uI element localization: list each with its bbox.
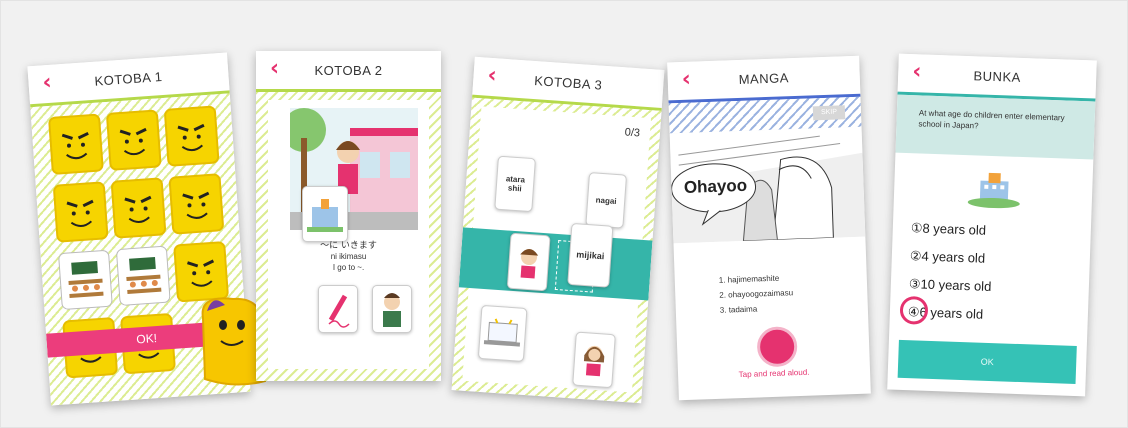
header: ‹ MANGA: [667, 55, 861, 104]
laptop-icon: [483, 318, 521, 347]
screen-title: MANGA: [738, 70, 790, 87]
game-panel: 0/3 atara shii nagai mijikai: [458, 106, 653, 393]
school-icon: [967, 172, 1020, 209]
skip-label: SKIP: [820, 108, 838, 117]
laptop-card[interactable]: [477, 304, 528, 362]
header: ‹ KOTOBA 2: [256, 51, 441, 92]
choice-2[interactable]: 2. ohayoogozaimasu: [719, 285, 793, 303]
face-card[interactable]: [167, 172, 225, 236]
ok-label: OK!: [135, 331, 158, 347]
word-card-atarashii[interactable]: atara shii: [494, 155, 536, 213]
ok-button[interactable]: OK: [897, 339, 1077, 385]
pen-card[interactable]: [318, 285, 358, 333]
classroom-card[interactable]: [58, 249, 113, 311]
word-card-nagai[interactable]: nagai: [585, 172, 628, 229]
ok-label: OK: [980, 356, 994, 368]
question-text: At what age do children enter elementary…: [918, 108, 1065, 131]
option-1[interactable]: ①8 years old: [911, 220, 987, 239]
school-card[interactable]: [302, 186, 348, 242]
pen-icon: [328, 294, 350, 328]
screen-title: KOTOBA 1: [94, 69, 163, 89]
card-label: mijikai: [575, 249, 605, 262]
content-background: 0/3 atara shii nagai mijikai: [451, 97, 662, 404]
romaji-phrase: ni ikimasu: [330, 252, 367, 261]
header: ‹ BUNKA: [897, 53, 1097, 102]
progress-counter: 0/3: [624, 126, 641, 140]
lesson-panel: 〜に いきます ni ikimasu I go to ~.: [268, 100, 429, 369]
phone-manga: ‹ MANGA SKIP Ohayoo 1. hajimemashite 2. …: [667, 55, 871, 401]
word-card-mijikai[interactable]: mijikai: [567, 222, 614, 288]
choice-3[interactable]: 3. tadaima: [720, 300, 794, 318]
screen-title: BUNKA: [973, 68, 1022, 85]
content-background: 〜に いきます ni ikimasu I go to ~.: [256, 92, 441, 381]
face-card[interactable]: [163, 104, 221, 168]
tap-instruction: Tap and read aloud.: [738, 367, 810, 380]
girl-card[interactable]: [506, 232, 551, 292]
screen-title: KOTOBA 2: [314, 63, 383, 78]
japanese-phrase: 〜に いきます: [320, 241, 377, 251]
phone-kotoba2: ‹ KOTOBA 2 〜に いきます ni ikimasu I go to ~.: [256, 51, 441, 381]
face-card[interactable]: [110, 176, 167, 240]
phone-kotoba3: ‹ KOTOBA 3 0/3 atara shii nagai mijikai: [451, 56, 665, 404]
woman-icon: [583, 345, 605, 377]
answer-choices: 1. hajimemashite 2. ohayoogozaimasu 3. t…: [719, 270, 794, 318]
question-box: At what age do children enter elementary…: [895, 94, 1096, 160]
record-button[interactable]: [756, 326, 798, 368]
woman-card[interactable]: [572, 331, 616, 389]
option-3[interactable]: ③10 years old: [909, 276, 992, 295]
school-building-icon: [307, 199, 343, 232]
face-card[interactable]: [105, 108, 163, 172]
card-label: atara shii: [505, 174, 526, 194]
phone-bunka: ‹ BUNKA At what age do children enter el…: [887, 53, 1097, 397]
screenshot-collage: ‹ KOTOBA 1 OK! ‹ KOTOBA 2 〜に いきます ni iki…: [0, 0, 1128, 428]
card-label: nagai: [595, 195, 617, 206]
speech-bubble-text: Ohayoo: [683, 175, 748, 197]
teacher-card[interactable]: [372, 285, 412, 333]
english-phrase: I go to ~.: [332, 263, 365, 272]
option-2[interactable]: ②4 years old: [910, 248, 986, 267]
teacher-icon: [383, 293, 401, 327]
classroom-card[interactable]: [115, 245, 171, 306]
girl-icon: [520, 249, 539, 279]
face-card[interactable]: [52, 180, 110, 244]
skip-button[interactable]: SKIP: [812, 105, 846, 121]
face-card[interactable]: [47, 113, 105, 176]
screen-title: KOTOBA 3: [533, 73, 603, 93]
